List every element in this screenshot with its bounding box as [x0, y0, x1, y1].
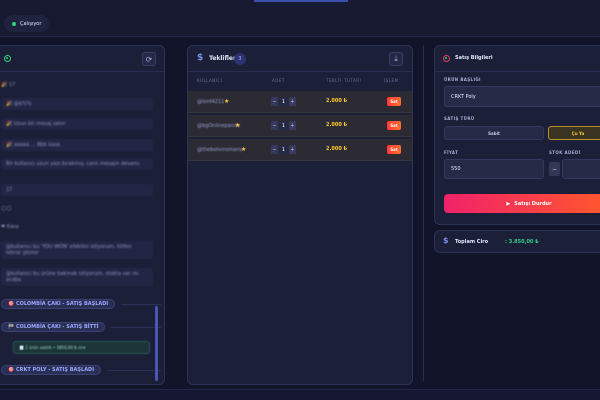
footer-bar [0, 389, 600, 400]
chat-message: 🎉 aaaaa ... Bbb kasa [1, 139, 153, 151]
offers-panel: $ Teklifler 3 ⤓ KULLANICI ADET TEKLİF TU… [187, 45, 413, 385]
sell-button[interactable]: Sat [387, 145, 401, 154]
star-icon: ★ [235, 122, 241, 129]
event-label: COLOMBİA ÇAKI - SATIŞ BİTTİ [15, 324, 99, 330]
sale-info-title: Satış Bilgileri [455, 55, 493, 61]
dollar-icon: $ [443, 236, 449, 245]
chat-message: 🌕🌕 [1, 206, 12, 212]
refresh-icon[interactable]: ⟳ [142, 52, 156, 66]
offer-price: 2.000 ₺ [326, 146, 348, 152]
sale-info-header: Satış Bilgileri [435, 46, 600, 72]
quantity-value[interactable]: 1 [279, 97, 288, 106]
event-started-badge: 🎯 COLOMBİA ÇAKI - SATIŞ BAŞLADI [1, 299, 116, 309]
offer-user: @thebotvinsmany [197, 147, 243, 153]
revenue-label: Toplam Ciro [455, 239, 489, 245]
event-label: COLOMBİA ÇAKI - SATIŞ BAŞLADI [15, 301, 109, 307]
sell-button[interactable]: Sat [387, 97, 401, 106]
offers-header: $ Teklifler 3 ⤓ [188, 46, 412, 72]
increment-button[interactable]: + [289, 97, 296, 106]
chat-message: Bir kullanıcı uzun yazı bırakmış, canlı … [1, 158, 153, 170]
offer-row: @bgOnlinepanda ★ − 1 + 2.000 ₺ Sat [188, 115, 412, 137]
record-icon [443, 55, 450, 62]
event-started-badge: 🎯 CRKT POLY - SATIŞ BAŞLADI [1, 365, 102, 375]
increment-button[interactable]: + [289, 145, 296, 154]
stop-sale-button[interactable]: ▶ Satışı Durdur [444, 194, 600, 213]
product-input[interactable]: CRKT Poly [444, 86, 600, 107]
event-label: CRKT POLY - SATIŞ BAŞLADI [15, 367, 95, 373]
panel-divider [423, 45, 424, 381]
sell-button[interactable]: Sat [387, 121, 401, 130]
live-indicator-icon [4, 55, 11, 62]
status-dot-icon [12, 21, 16, 26]
stock-label: STOK ADEDİ [549, 150, 581, 155]
top-accent-bar [254, 0, 348, 2]
chat-message: @kullanıcı bu ürüne bakmak istiyorum, st… [1, 268, 153, 286]
quantity-stepper: − 1 + [271, 145, 296, 154]
chat-panel: ⟳ 🎉 17 🎉 @$%% 🎉 Uzun bir mesaj satırı 🎉 … [0, 45, 165, 385]
event-row: 🎯 CRKT POLY - SATIŞ BAŞLADI [1, 365, 161, 375]
download-icon[interactable]: ⤓ [389, 52, 403, 66]
top-bar: Çalışıyor [0, 0, 600, 37]
chat-scrollbar[interactable] [155, 306, 158, 381]
divider [121, 303, 161, 305]
offer-price: 2.000 ₺ [326, 122, 348, 128]
stock-input[interactable]: 3 [562, 159, 600, 179]
stock-decrement-button[interactable]: − [549, 162, 560, 176]
chat-message: 🎉 @$%% [1, 98, 153, 110]
increment-button[interactable]: + [289, 121, 296, 130]
product-label: ÜRÜN BAŞLIĞI [444, 77, 481, 82]
column-header-qty: ADET [272, 78, 285, 83]
chat-panel-header: ⟳ [0, 46, 164, 72]
status-label: Çalışıyor [20, 20, 42, 27]
offer-user: @bgOnlinepanda [197, 123, 241, 129]
sale-type-label: SATIŞ TÜRÜ [444, 116, 475, 121]
revenue-panel: $ Toplam Ciro : 3.850,00 ₺ [434, 230, 600, 253]
sale-type-fixed[interactable]: Sabit [444, 126, 544, 140]
divider [111, 326, 161, 328]
offers-count-badge: 3 [234, 53, 246, 65]
offer-user: @lord4211 [197, 99, 225, 105]
decrement-button[interactable]: − [271, 145, 278, 154]
decrement-button[interactable]: − [271, 97, 278, 106]
stop-sale-label: Satışı Durdur [514, 200, 552, 207]
target-icon: 🎯 [8, 301, 15, 307]
chat-message: 17 [1, 184, 153, 196]
decrement-button[interactable]: − [271, 121, 278, 130]
column-header-amount: TEKLİF TUTARI [326, 78, 362, 83]
column-header-action: İŞLEM [384, 78, 399, 83]
price-label: FİYAT [444, 150, 459, 155]
target-icon: 🎯 [8, 367, 15, 373]
chat-message: 🎉 17 [1, 82, 16, 88]
offer-price: 2.000 ₺ [326, 98, 348, 104]
divider [107, 369, 161, 371]
dollar-icon: $ [197, 53, 204, 63]
event-ended-badge: 🏁 COLOMBİA ÇAKI - SATIŞ BİTTİ [1, 322, 106, 332]
quantity-value[interactable]: 1 [279, 121, 288, 130]
offer-row: @lord4211 ★ − 1 + 2.000 ₺ Sat [188, 91, 412, 113]
revenue-value: : 3.850,00 ₺ [505, 239, 539, 245]
offer-row: @thebotvinsmany ★ − 1 + 2.000 ₺ Sat [188, 139, 412, 161]
star-icon: ★ [241, 146, 247, 153]
sale-summary: 🧾 2 ürün satıldı • 3850,00 ₺ ciro [13, 341, 150, 354]
quantity-stepper: − 1 + [271, 97, 296, 106]
quantity-stepper: − 1 + [271, 121, 296, 130]
column-header-user: KULLANICI [197, 78, 223, 83]
status-pill[interactable]: Çalışıyor [4, 15, 50, 32]
event-row: 🎯 COLOMBİA ÇAKI - SATIŞ BAŞLADI [1, 299, 161, 309]
quantity-value[interactable]: 1 [279, 145, 288, 154]
event-row: 🏁 COLOMBİA ÇAKI - SATIŞ BİTTİ [1, 322, 161, 332]
star-icon: ★ [224, 98, 230, 105]
flag-icon: 🏁 [8, 324, 15, 330]
chat-message: 🎉 Uzun bir mesaj satırı [1, 118, 153, 130]
chat-message: @kullanıcı bu 'YOU WON' efektini istiyor… [1, 241, 153, 259]
chat-message: ❤ Kasa [1, 224, 19, 230]
offers-title: Teklifler [209, 55, 236, 62]
play-icon: ▶ [506, 200, 511, 207]
sale-type-auction[interactable]: Çu Ya [548, 126, 600, 140]
price-input[interactable]: 550 [444, 159, 544, 179]
